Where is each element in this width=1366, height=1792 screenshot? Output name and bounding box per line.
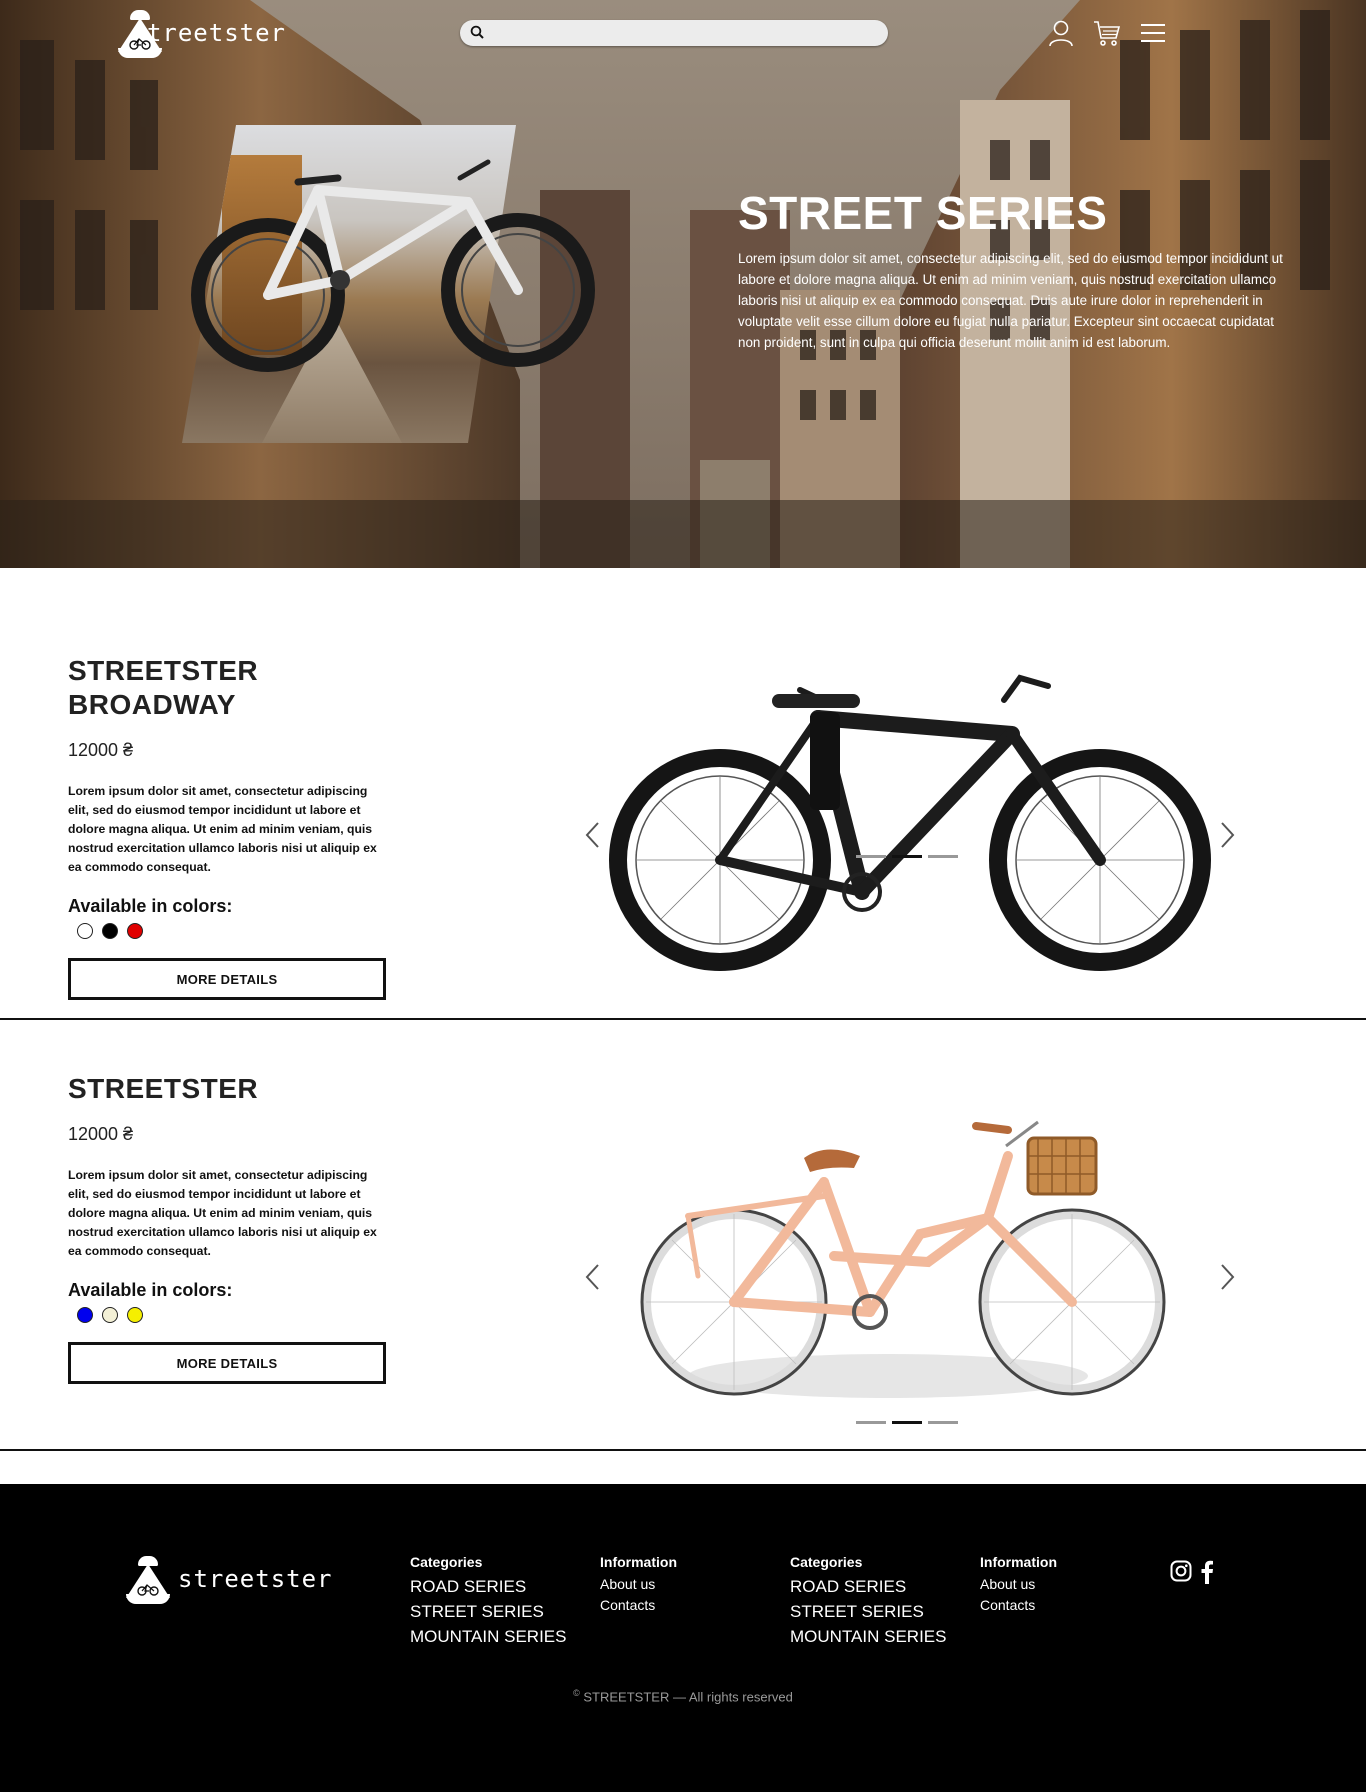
product-description: Lorem ipsum dolor sit amet, consectetur … xyxy=(68,784,377,874)
product-description: Lorem ipsum dolor sit amet, consectetur … xyxy=(68,1168,377,1258)
color-swatch-yellow[interactable] xyxy=(127,1307,143,1323)
header-actions xyxy=(1046,18,1168,48)
colors-label: Available in colors: xyxy=(68,896,233,916)
search-input[interactable] xyxy=(492,21,888,45)
product-card-streetster: STREETSTER 12000 ₴ Lorem ipsum dolor sit… xyxy=(0,1022,1366,1451)
more-details-button[interactable]: MORE DETAILS xyxy=(68,1342,386,1384)
hero-description: Lorem ipsum dolor sit amet, consectetur … xyxy=(738,251,1283,350)
colors-label: Available in colors: xyxy=(68,1280,233,1300)
carousel-dots xyxy=(856,1421,958,1424)
logo-ufo-bike-icon xyxy=(124,1554,172,1604)
hero-banner: streetster STREET SERIES Lorem ipsum dol… xyxy=(0,0,1366,568)
footer-information-column: Information About us Contacts xyxy=(600,1554,677,1616)
product-image-black-ebike xyxy=(609,674,1211,971)
footer-information-column: Information About us Contacts xyxy=(980,1554,1057,1616)
color-swatches xyxy=(77,1307,143,1323)
footer: streetster Categories ROAD SERIES STREET… xyxy=(0,1484,1366,1792)
product-title: STREETSTER xyxy=(68,1073,259,1104)
footer-link-mountain-series[interactable]: MOUNTAIN SERIES xyxy=(790,1624,946,1649)
logo-ufo-bike-icon xyxy=(116,8,162,58)
footer-brand-name: streetster xyxy=(178,1565,333,1593)
copyright-mark: © xyxy=(573,1688,580,1698)
color-swatch-white[interactable] xyxy=(77,923,93,939)
footer-link-mountain-series[interactable]: MOUNTAIN SERIES xyxy=(410,1624,566,1649)
product-card-broadway: STREETSTER BROADWAY 12000 ₴ Lorem ipsum … xyxy=(0,568,1366,1020)
menu-icon[interactable] xyxy=(1138,18,1168,48)
carousel-dot-2[interactable] xyxy=(892,1421,922,1424)
footer-categories-column: Categories ROAD SERIES STREET SERIES MOU… xyxy=(410,1554,566,1649)
footer-heading: Categories xyxy=(790,1554,863,1570)
color-swatches xyxy=(77,923,143,939)
search-bar[interactable] xyxy=(460,20,888,46)
copyright-label: STREETSTER — All rights reserved xyxy=(583,1689,793,1705)
footer-heading: Information xyxy=(980,1554,1057,1570)
carousel-next-arrow-icon[interactable] xyxy=(1216,1260,1240,1294)
cart-icon[interactable] xyxy=(1092,18,1122,48)
color-swatch-cream[interactable] xyxy=(102,1307,118,1323)
footer-heading: Information xyxy=(600,1554,677,1570)
footer-link-contacts[interactable]: Contacts xyxy=(980,1595,1057,1616)
carousel-dot-1[interactable] xyxy=(856,855,886,858)
carousel-dot-3[interactable] xyxy=(928,1421,958,1424)
carousel-dot-2[interactable] xyxy=(892,855,922,858)
product-price: 12000 ₴ xyxy=(68,1124,134,1144)
product-price: 12000 ₴ xyxy=(68,740,134,760)
carousel-dot-3[interactable] xyxy=(928,855,958,858)
footer-link-about-us[interactable]: About us xyxy=(600,1574,677,1595)
hero-bike-image xyxy=(191,159,595,372)
footer-link-road-series[interactable]: ROAD SERIES xyxy=(410,1574,566,1599)
instagram-icon[interactable] xyxy=(1170,1560,1192,1584)
footer-logo[interactable]: streetster xyxy=(124,1554,333,1604)
product-image-peach-city-bike xyxy=(640,1120,1166,1398)
color-swatch-black[interactable] xyxy=(102,923,118,939)
footer-link-contacts[interactable]: Contacts xyxy=(600,1595,677,1616)
footer-categories-column: Categories ROAD SERIES STREET SERIES MOU… xyxy=(790,1554,946,1649)
copyright-text: © STREETSTER — All rights reserved xyxy=(0,1688,1366,1704)
social-links xyxy=(1170,1560,1214,1584)
header-logo[interactable]: streetster xyxy=(116,8,286,58)
footer-link-street-series[interactable]: STREET SERIES xyxy=(790,1599,946,1624)
more-details-button[interactable]: MORE DETAILS xyxy=(68,958,386,1000)
color-swatch-red[interactable] xyxy=(127,923,143,939)
footer-heading: Categories xyxy=(410,1554,483,1570)
footer-link-street-series[interactable]: STREET SERIES xyxy=(410,1599,566,1624)
footer-link-about-us[interactable]: About us xyxy=(980,1574,1057,1595)
product-title: STREETSTER BROADWAY xyxy=(68,655,259,720)
carousel-dot-1[interactable] xyxy=(856,1421,886,1424)
search-icon[interactable] xyxy=(470,24,484,43)
carousel-prev-arrow-icon[interactable] xyxy=(580,1260,604,1294)
color-swatch-blue[interactable] xyxy=(77,1307,93,1323)
hero-title: STREET SERIES xyxy=(738,187,1108,239)
carousel-dots xyxy=(856,855,958,858)
footer-link-road-series[interactable]: ROAD SERIES xyxy=(790,1574,946,1599)
facebook-icon[interactable] xyxy=(1200,1560,1214,1584)
user-icon[interactable] xyxy=(1046,18,1076,48)
